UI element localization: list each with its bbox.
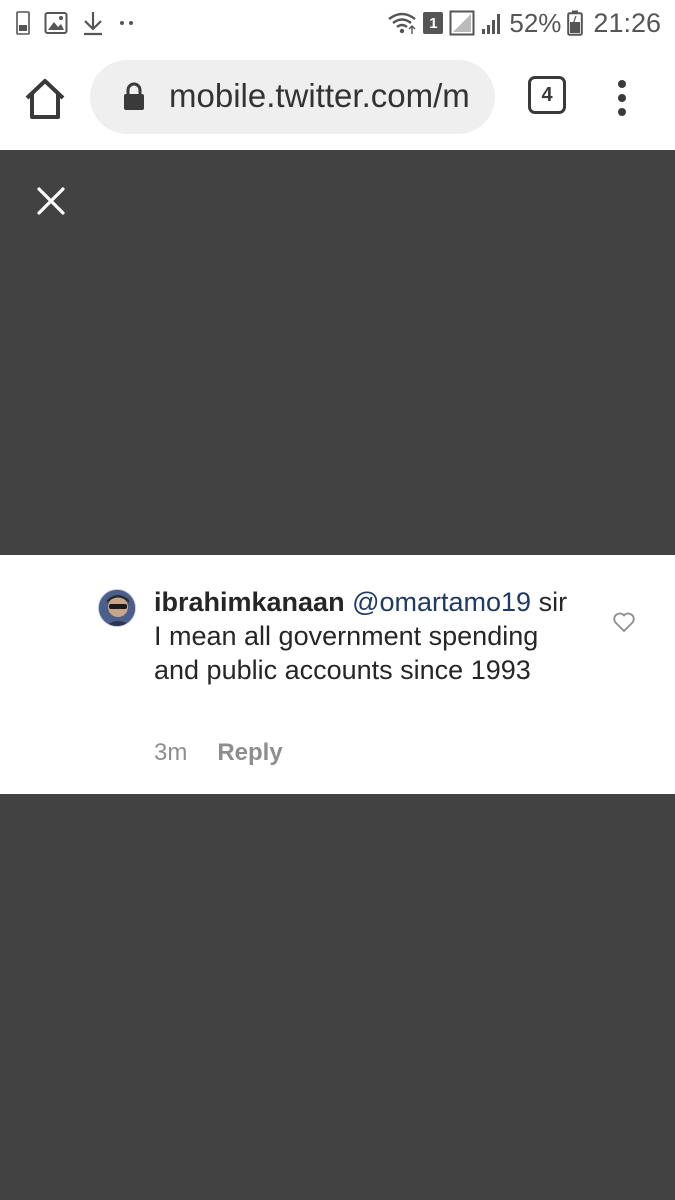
clock: 21:26 bbox=[593, 7, 661, 38]
url-text[interactable]: mobile.twitter.com/m bbox=[169, 77, 470, 115]
status-bar-left bbox=[16, 8, 136, 38]
media-viewer-top bbox=[0, 150, 675, 555]
close-icon[interactable] bbox=[34, 184, 68, 218]
battery-icon bbox=[567, 10, 584, 36]
browser-menu-icon[interactable] bbox=[610, 76, 634, 120]
menu-dot bbox=[618, 94, 626, 102]
home-icon[interactable] bbox=[22, 76, 68, 122]
reply-button[interactable]: Reply bbox=[217, 739, 282, 767]
more-dots-icon bbox=[120, 21, 133, 25]
comment-mention[interactable]: @omartamo19 bbox=[352, 587, 531, 617]
avatar-image bbox=[99, 590, 135, 626]
comment-username[interactable]: ibrahimkanaan bbox=[154, 587, 345, 617]
no-signal-icon bbox=[449, 10, 475, 36]
comment-meta: 3m Reply bbox=[154, 739, 283, 767]
lock-icon bbox=[124, 82, 144, 110]
media-viewer-bottom bbox=[0, 794, 675, 1200]
sim-card-icon bbox=[16, 11, 30, 35]
browser-toolbar: mobile.twitter.com/m 4 bbox=[0, 46, 675, 150]
comment-time: 3m bbox=[154, 739, 188, 766]
wifi-icon bbox=[388, 12, 417, 34]
comment-card: ibrahimkanaan @omartamo19 sir I mean all… bbox=[0, 555, 675, 794]
sim-badge-icon: 1 bbox=[423, 12, 444, 34]
status-bar: 1 52% 21:26 bbox=[0, 0, 675, 46]
heart-icon[interactable] bbox=[612, 611, 636, 633]
image-icon bbox=[44, 12, 68, 34]
avatar[interactable] bbox=[98, 589, 136, 627]
tab-switcher-button[interactable]: 4 bbox=[528, 76, 566, 114]
download-icon bbox=[84, 12, 102, 36]
battery-percent: 52% bbox=[509, 7, 562, 38]
menu-dot bbox=[618, 80, 626, 88]
signal-icon bbox=[482, 14, 501, 34]
address-bar[interactable]: mobile.twitter.com/m bbox=[90, 60, 495, 134]
menu-dot bbox=[618, 108, 626, 116]
comment-text-block: ibrahimkanaan @omartamo19 sir I mean all… bbox=[154, 585, 574, 687]
status-bar-right: 1 52% 21:26 bbox=[387, 6, 661, 40]
